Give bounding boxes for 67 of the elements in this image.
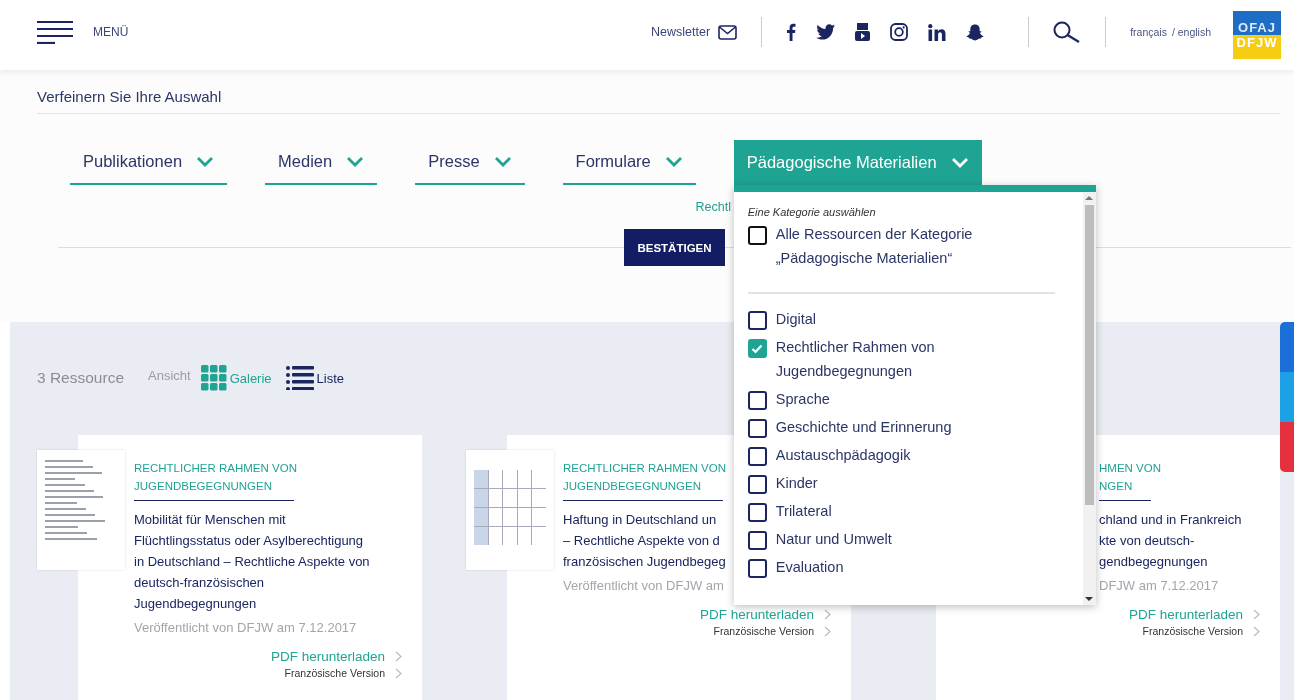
- newsletter-link[interactable]: Newsletter: [651, 25, 711, 39]
- option-label[interactable]: Kinder: [775, 471, 818, 495]
- checkbox[interactable]: [747, 311, 767, 330]
- option-label[interactable]: Rechtlicher Rahmen von Jugendbegegnungen: [775, 335, 1069, 383]
- french-version-link[interactable]: Französische Version: [1142, 625, 1243, 637]
- grid-icon: [200, 365, 227, 391]
- published-info: DFJW am 7.12.2017: [1099, 578, 1220, 593]
- view-label: Ansicht: [148, 367, 191, 383]
- chevron-icon: [346, 156, 365, 167]
- resource-title[interactable]: Mobilität für Menschen mit Flüchtlingsstatus oder Asylberechtigung in Deutschland – Rechtliche Aspekte von deutsch-französischen Jugendbegegnungen: [134, 509, 370, 614]
- checkbox[interactable]: [747, 339, 767, 358]
- chevron-icon: [196, 156, 215, 167]
- chevron-icon: [493, 156, 512, 167]
- resource-title[interactable]: chland und in Frankreich kte von deutsch- gendbegegnungen: [1099, 509, 1242, 572]
- checkbox[interactable]: [747, 559, 767, 578]
- checkbox[interactable]: [747, 447, 767, 466]
- facebook-icon[interactable]: [786, 23, 797, 41]
- chevron-icon: [664, 156, 683, 167]
- option-label[interactable]: Alle Ressourcen der Kategorie „Pädagogische Materialien“: [775, 222, 1069, 270]
- resource-card[interactable]: [78, 435, 422, 700]
- checkbox[interactable]: [747, 475, 767, 494]
- chevron-icon: [1253, 609, 1260, 620]
- checkbox[interactable]: [747, 531, 767, 550]
- youtube-icon[interactable]: [855, 23, 871, 41]
- published-info: Veröffentlicht von DFJW am: [563, 578, 725, 593]
- published-info: Veröffentlicht von DFJW am 7.12.2017: [134, 620, 358, 635]
- checkbox[interactable]: [747, 391, 767, 410]
- ghost-icon[interactable]: [966, 23, 985, 41]
- checkbox[interactable]: [747, 419, 767, 438]
- scroll-down-icon[interactable]: [1085, 596, 1094, 602]
- language-link[interactable]: français: [1130, 26, 1167, 38]
- filter-dropdown[interactable]: Publikationen: [70, 140, 228, 185]
- check-icon: [751, 343, 764, 354]
- option-label[interactable]: Trilateral: [775, 499, 832, 523]
- search-icon[interactable]: [1053, 21, 1082, 43]
- option-label[interactable]: Evaluation: [775, 555, 844, 579]
- mail-icon[interactable]: [718, 24, 738, 40]
- scroll-up-icon[interactable]: [1085, 195, 1094, 201]
- filter-dropdown[interactable]: Formulare: [562, 140, 696, 185]
- checkbox[interactable]: [747, 226, 767, 245]
- filter-dropdown[interactable]: Medien: [265, 140, 378, 185]
- french-version-link[interactable]: Französische Version: [284, 667, 385, 679]
- section-title: Verfeinern Sie Ihre Auswahl: [37, 70, 1280, 114]
- menu-icon[interactable]: [37, 20, 73, 44]
- chevron-icon: [395, 667, 402, 679]
- result-count: 3 Ressource: [37, 369, 124, 387]
- confirm-button[interactable]: BESTÄTIGEN: [624, 229, 725, 266]
- instagram-icon[interactable]: [890, 23, 909, 41]
- menu-label[interactable]: MENÜ: [93, 25, 129, 39]
- checkbox[interactable]: [747, 503, 767, 522]
- option-label[interactable]: Digital: [775, 307, 817, 331]
- filter-dropdown[interactable]: Presse: [415, 140, 525, 185]
- chevron-icon: [395, 651, 402, 662]
- view-toggle[interactable]: Liste: [281, 366, 349, 390]
- twitter-icon[interactable]: [816, 24, 836, 40]
- chevron-icon: [824, 625, 831, 637]
- linkedin-icon[interactable]: [928, 23, 947, 41]
- chevron-icon: [1253, 625, 1260, 637]
- resource-title[interactable]: Haftung in Deutschland un – Rechtliche Aspekte von d französischen Jugendbegeg: [563, 509, 726, 572]
- scrollbar[interactable]: [1082, 192, 1096, 605]
- list-icon: [285, 366, 314, 390]
- language-link[interactable]: / english: [1171, 26, 1211, 38]
- dropdown-hint: Eine Kategorie auswählen: [747, 206, 877, 218]
- french-version-link[interactable]: Französische Version: [713, 625, 814, 637]
- chevron-icon: [824, 609, 831, 620]
- option-label[interactable]: Sprache: [775, 387, 830, 411]
- chevron-icon: [950, 157, 969, 168]
